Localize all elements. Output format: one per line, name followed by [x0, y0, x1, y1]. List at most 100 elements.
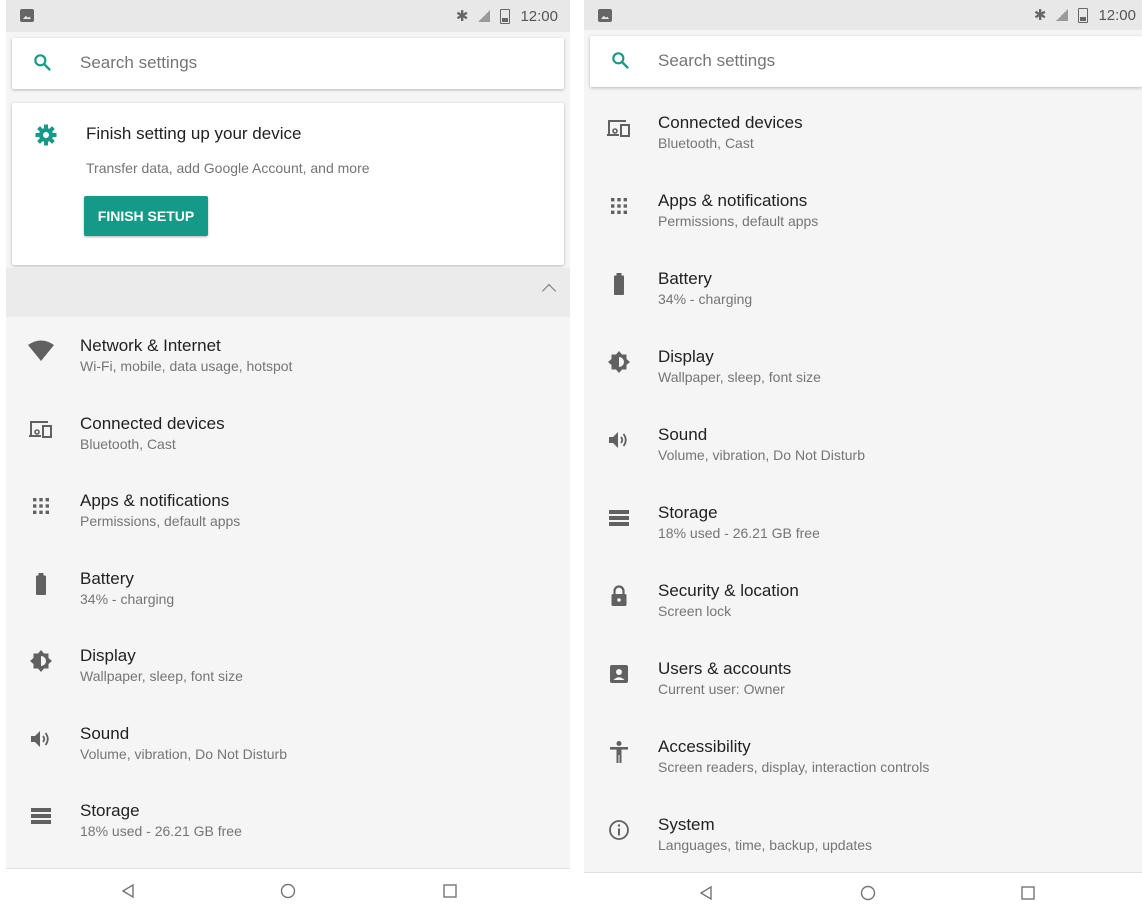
- battery-status-icon: [500, 8, 511, 24]
- settings-item-subtitle: 18% used - 26.21 GB free: [80, 823, 242, 839]
- gallery-notification-icon: [598, 9, 612, 22]
- settings-item-network[interactable]: Network & Internet Wi-Fi, mobile, data u…: [6, 336, 570, 414]
- volume-icon: [26, 724, 56, 754]
- volume-icon: [604, 425, 634, 455]
- settings-item-title: Display: [80, 646, 136, 665]
- chevron-up-icon[interactable]: [541, 283, 557, 299]
- settings-item-subtitle: Current user: Owner: [658, 681, 785, 697]
- back-button[interactable]: [120, 883, 136, 899]
- search-placeholder: Search settings: [80, 53, 198, 72]
- wifi-icon: [26, 336, 56, 366]
- settings-item-title: Sound: [80, 724, 130, 743]
- battery-icon: [604, 269, 634, 299]
- settings-item-title: Apps & notifications: [80, 491, 230, 510]
- status-time: 12:00: [520, 7, 558, 25]
- home-button[interactable]: [280, 883, 296, 899]
- settings-item-accessibility[interactable]: Accessibility Screen readers, display, i…: [584, 737, 1142, 815]
- settings-item-subtitle: 34% - charging: [80, 591, 175, 607]
- recents-icon: [1021, 886, 1035, 900]
- settings-item-title: Display: [658, 347, 714, 366]
- search-placeholder: Search settings: [658, 51, 776, 70]
- home-icon: [860, 885, 876, 901]
- finish-setup-button[interactable]: FINISH SETUP: [84, 196, 208, 236]
- navigation-bar: [584, 872, 1142, 915]
- bluetooth-icon: ✱: [1033, 7, 1047, 24]
- gear-icon: [35, 124, 57, 146]
- settings-item-display[interactable]: Display Wallpaper, sleep, font size: [6, 646, 570, 724]
- apps-grid-icon: [604, 191, 634, 221]
- settings-item-subtitle: Wallpaper, sleep, font size: [80, 668, 243, 684]
- settings-screen-left: ✱ 12:00 Search settings Finish setting u…: [6, 0, 570, 915]
- settings-item-title: Battery: [80, 569, 134, 588]
- settings-item-users[interactable]: Users & accounts Current user: Owner: [584, 659, 1142, 737]
- settings-item-security[interactable]: Security & location Screen lock: [584, 581, 1142, 659]
- settings-item-title: System: [658, 815, 715, 834]
- battery-status-icon: [1078, 7, 1089, 23]
- settings-screen-right: ✱ 12:00 Search settings Connected device…: [584, 0, 1142, 915]
- settings-item-subtitle: Permissions, default apps: [80, 513, 241, 529]
- signal-icon: [478, 10, 491, 22]
- collapse-suggestions-bar[interactable]: [6, 268, 570, 317]
- recents-button[interactable]: [442, 883, 458, 899]
- connected-devices-icon: [26, 414, 56, 444]
- connected-devices-icon: [604, 113, 634, 143]
- settings-item-title: Storage: [658, 503, 718, 522]
- lock-icon: [604, 581, 634, 611]
- settings-item-title: Connected devices: [658, 113, 803, 132]
- back-icon: [121, 883, 134, 899]
- info-icon: [604, 815, 634, 845]
- settings-item-apps[interactable]: Apps & notifications Permissions, defaul…: [6, 491, 570, 569]
- search-bar[interactable]: Search settings: [590, 36, 1142, 87]
- settings-item-subtitle: Languages, time, backup, updates: [658, 837, 873, 853]
- settings-item-subtitle: Wallpaper, sleep, font size: [658, 369, 821, 385]
- home-icon: [280, 883, 296, 899]
- settings-item-title: Battery: [658, 269, 712, 288]
- recents-button[interactable]: [1020, 885, 1036, 901]
- settings-item-storage[interactable]: Storage 18% used - 26.21 GB free: [584, 503, 1142, 581]
- settings-item-subtitle: Wi-Fi, mobile, data usage, hotspot: [80, 358, 293, 374]
- bluetooth-icon: ✱: [455, 8, 469, 25]
- settings-item-subtitle: Permissions, default apps: [658, 213, 819, 229]
- settings-item-sound[interactable]: Sound Volume, vibration, Do Not Disturb: [6, 724, 570, 802]
- settings-item-title: Sound: [658, 425, 708, 444]
- settings-item-battery[interactable]: Battery 34% - charging: [6, 569, 570, 647]
- back-button[interactable]: [698, 885, 714, 901]
- home-button[interactable]: [860, 885, 876, 901]
- storage-icon: [604, 503, 634, 533]
- accessibility-icon: [604, 737, 634, 767]
- navigation-bar: [6, 868, 570, 915]
- storage-icon: [26, 801, 56, 831]
- brightness-icon: [604, 347, 634, 377]
- settings-item-display[interactable]: Display Wallpaper, sleep, font size: [584, 347, 1142, 425]
- settings-item-subtitle: Screen lock: [658, 603, 732, 619]
- settings-item-title: Users & accounts: [658, 659, 792, 678]
- settings-item-subtitle: 18% used - 26.21 GB free: [658, 525, 820, 541]
- settings-item-connected-devices[interactable]: Connected devices Bluetooth, Cast: [584, 113, 1142, 191]
- settings-item-title: Connected devices: [80, 414, 225, 433]
- status-time: 12:00: [1098, 6, 1136, 24]
- settings-item-apps[interactable]: Apps & notifications Permissions, defaul…: [584, 191, 1142, 269]
- settings-item-subtitle: Volume, vibration, Do Not Disturb: [80, 746, 287, 762]
- settings-item-connected-devices[interactable]: Connected devices Bluetooth, Cast: [6, 414, 570, 492]
- recents-icon: [443, 884, 457, 898]
- apps-grid-icon: [26, 491, 56, 521]
- account-icon: [604, 659, 634, 689]
- setup-card-subtitle: Transfer data, add Google Account, and m…: [86, 160, 370, 176]
- search-bar[interactable]: Search settings: [12, 38, 564, 89]
- settings-item-title: Accessibility: [658, 737, 751, 756]
- status-bar: ✱ 12:00: [6, 0, 570, 32]
- gallery-notification-icon: [20, 9, 34, 22]
- settings-item-subtitle: Screen readers, display, interaction con…: [658, 759, 930, 775]
- settings-item-subtitle: Bluetooth, Cast: [658, 135, 754, 151]
- battery-icon: [26, 569, 56, 599]
- back-icon: [699, 885, 712, 901]
- status-bar: ✱ 12:00: [584, 0, 1142, 30]
- settings-item-subtitle: Volume, vibration, Do Not Disturb: [658, 447, 865, 463]
- brightness-icon: [26, 646, 56, 676]
- search-icon: [612, 52, 629, 69]
- settings-item-title: Apps & notifications: [658, 191, 808, 210]
- settings-item-title: Storage: [80, 801, 140, 820]
- settings-item-battery[interactable]: Battery 34% - charging: [584, 269, 1142, 347]
- search-icon: [34, 54, 51, 71]
- settings-item-sound[interactable]: Sound Volume, vibration, Do Not Disturb: [584, 425, 1142, 503]
